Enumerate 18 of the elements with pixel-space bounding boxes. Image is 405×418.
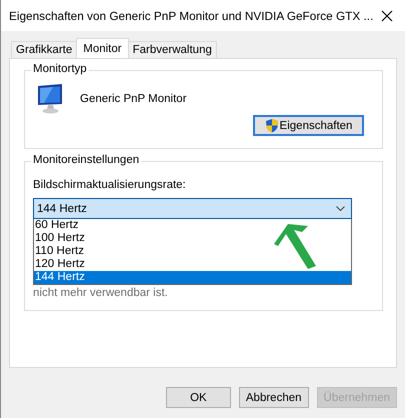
properties-button[interactable]: Eigenschaften — [253, 115, 364, 136]
dialog-button[interactable]: OK — [166, 387, 231, 408]
tab[interactable]: Monitor — [76, 38, 129, 58]
tab[interactable]: Farbverwaltung — [128, 41, 217, 58]
dropdown-option[interactable]: 60 Hertz — [34, 219, 351, 232]
refresh-rate-dropdown[interactable]: 144 Hertz — [33, 198, 352, 219]
tab[interactable]: Grafikkarte — [11, 41, 78, 58]
dropdown-option[interactable]: 144 Hertz — [34, 271, 351, 284]
monitor-name: Generic PnP Monitor — [80, 93, 187, 105]
refresh-rate-label: Bildschirmaktualisierungsrate: — [33, 179, 187, 191]
warning-text: nicht mehr verwendbar ist. — [33, 287, 169, 299]
dropdown-option[interactable]: 100 Hertz — [34, 232, 351, 245]
window-title: Eigenschaften von Generic PnP Monitor und NVIDIA GeForce GTX ... — [9, 8, 374, 22]
dialog-button[interactable]: Abbrechen — [238, 387, 309, 408]
group-title: Monitoreinstellungen — [31, 154, 142, 166]
group-title: Monitortyp — [31, 63, 89, 75]
dropdown-option[interactable]: 110 Hertz — [34, 245, 351, 258]
dropdown-option[interactable]: 120 Hertz — [34, 258, 351, 271]
